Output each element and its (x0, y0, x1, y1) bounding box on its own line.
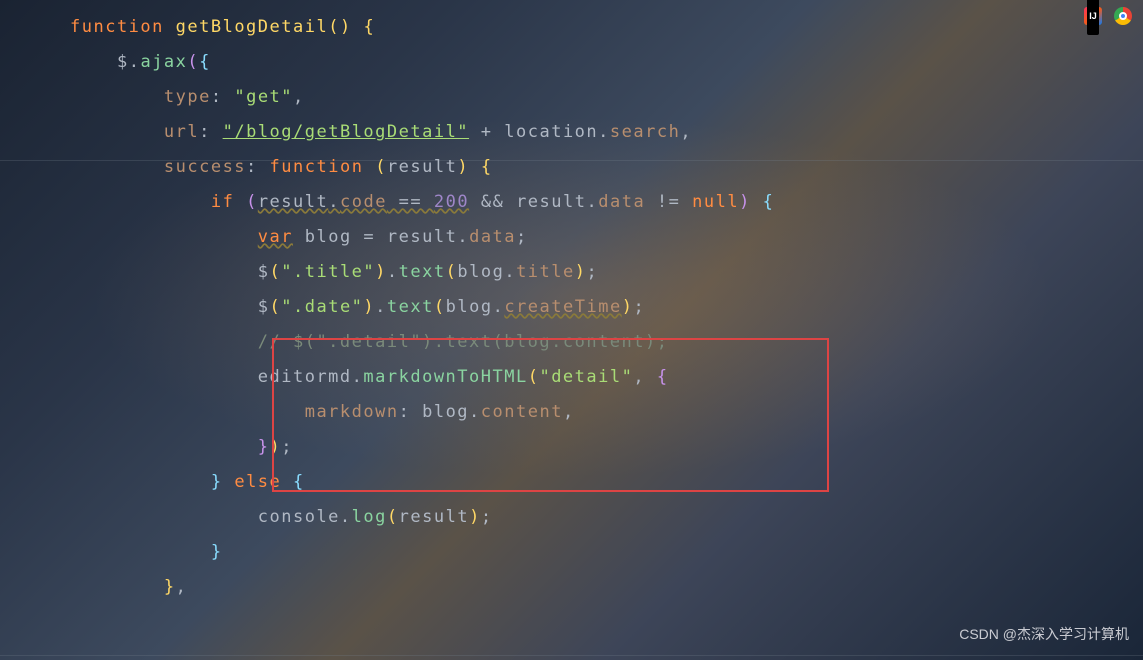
code-line: $(".title").text(blog.title); (70, 255, 1143, 290)
code-line: editormd.markdownToHTML("detail", { (70, 360, 1143, 395)
code-line: markdown: blog.content, (70, 395, 1143, 430)
code-line: success: function (result) { (70, 150, 1143, 185)
code-line: function getBlogDetail() { (70, 10, 1143, 45)
code-line: $(".date").text(blog.createTime); (70, 290, 1143, 325)
code-editor[interactable]: function getBlogDetail() { $.ajax({ type… (0, 0, 1143, 660)
code-line: }, (70, 570, 1143, 605)
code-line: if (result.code == 200 && result.data !=… (70, 185, 1143, 220)
code-line: type: "get", (70, 80, 1143, 115)
code-line: $.ajax({ (70, 45, 1143, 80)
code-line: } (70, 535, 1143, 570)
code-line: console.log(result); (70, 500, 1143, 535)
watermark-text: CSDN @杰深入学习计算机 (959, 617, 1129, 652)
code-line: }); (70, 430, 1143, 465)
code-line: } else { (70, 465, 1143, 500)
code-line: url: "/blog/getBlogDetail" + location.se… (70, 115, 1143, 150)
code-line: var blog = result.data; (70, 220, 1143, 255)
code-line: // $(".detail").text(blog.content); (70, 325, 1143, 360)
